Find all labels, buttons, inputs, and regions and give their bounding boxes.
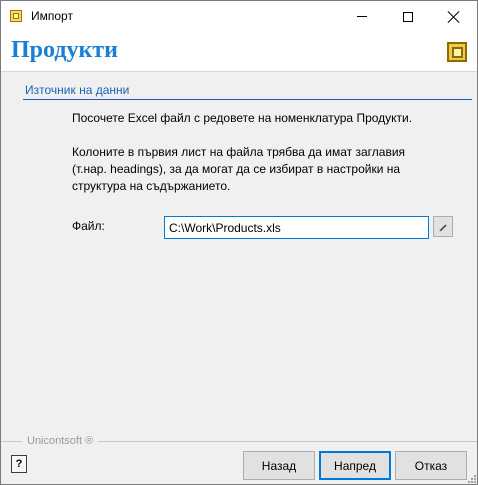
minimize-icon [357,16,367,17]
wizard-header: Продукти [1,32,477,72]
help-icon: ? [15,458,23,470]
resize-grip[interactable] [467,474,477,484]
section-title: Източник на данни [25,83,130,97]
app-icon [10,10,22,22]
pencil-icon [439,224,447,231]
back-button[interactable]: Назад [243,451,315,480]
import-dialog: Импорт Продукти Източник на данни Посоче… [0,0,478,485]
browse-file-button[interactable] [433,216,453,237]
headings-note-text: Колоните в първия лист на файла трябва д… [72,145,406,193]
help-button[interactable]: ? [11,455,27,473]
maximize-button[interactable] [385,1,431,32]
maximize-icon [403,11,413,22]
brand-logo-icon [447,42,467,62]
instruction-text: Посочете Excel файл с редовете на номенк… [72,111,413,125]
next-button[interactable]: Напред [319,451,391,480]
file-path-input[interactable] [164,216,429,239]
close-icon [448,11,460,23]
minimize-button[interactable] [339,1,385,32]
page-title: Продукти [11,37,118,63]
cancel-button[interactable]: Отказ [395,451,467,480]
window-title: Импорт [31,9,73,23]
footer-brand: Unicontsoft ® [22,435,99,447]
file-label: Файл: [72,219,105,233]
close-button[interactable] [431,1,477,32]
title-bar[interactable]: Импорт [1,1,477,32]
section-divider [23,99,472,100]
